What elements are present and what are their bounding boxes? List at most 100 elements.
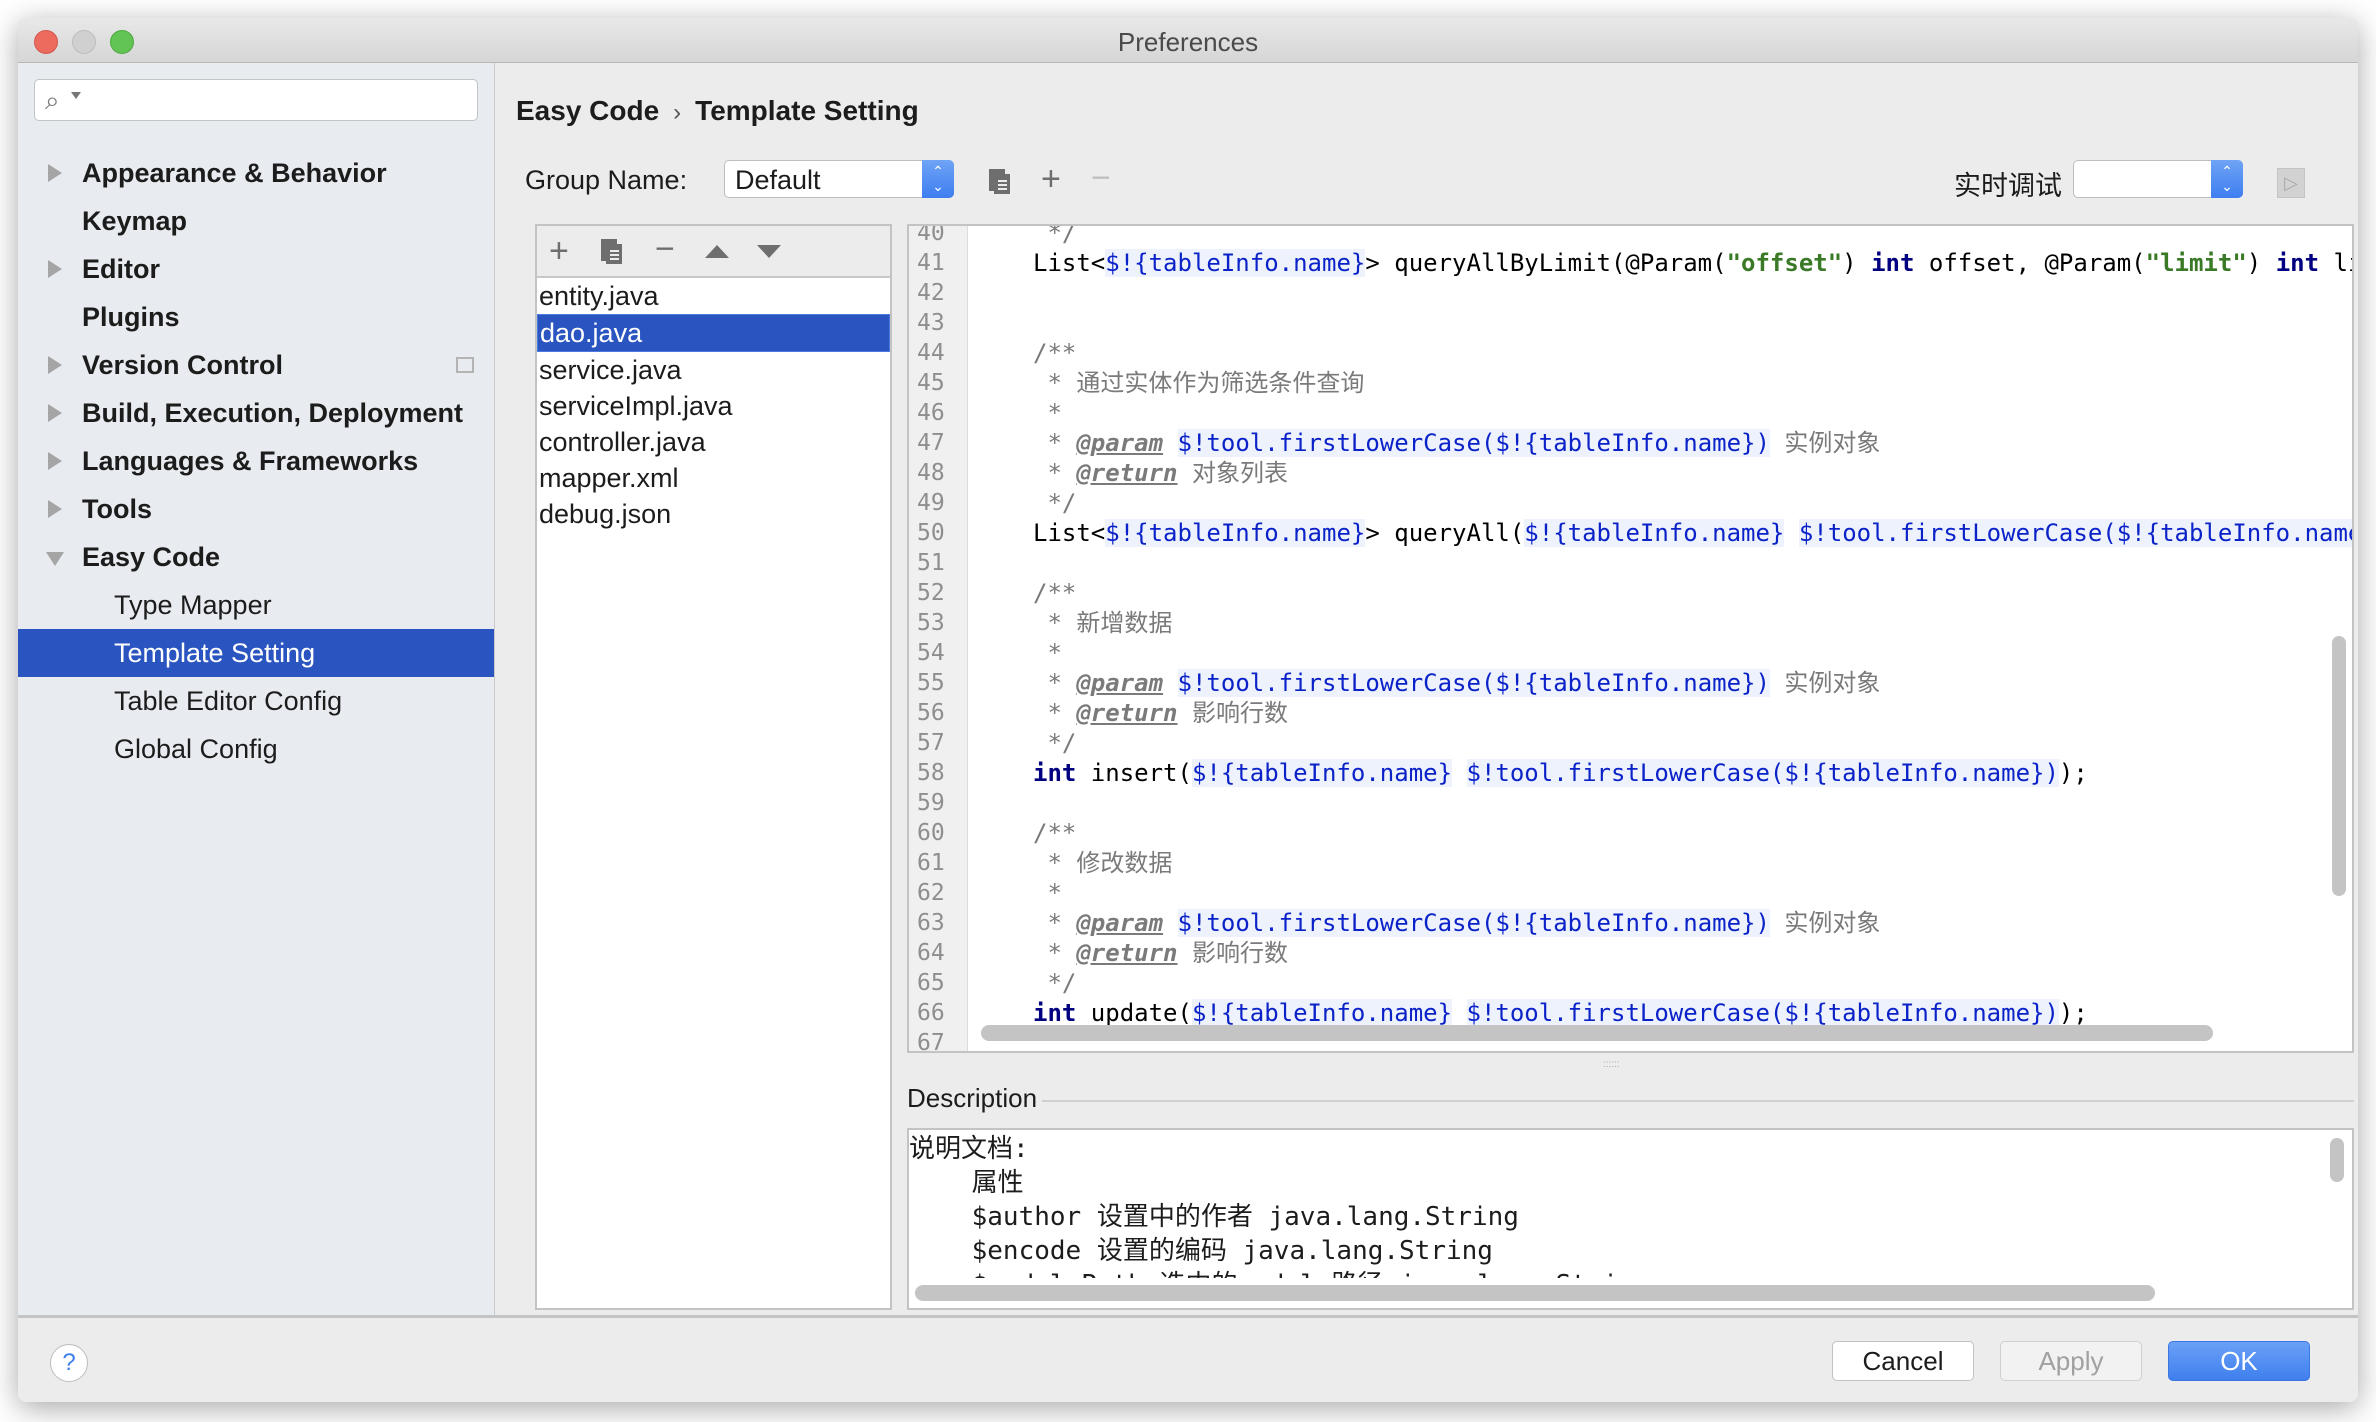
code-text: List<$!{tableInfo.name}> queryAll($!{tab… <box>1033 518 2352 548</box>
code-line: 47 * @param $!tool.firstLowerCase($!{tab… <box>909 428 2352 458</box>
collapsed-arrow-icon[interactable] <box>48 164 62 182</box>
code-line: 53 * 新增数据 <box>909 608 2352 638</box>
line-number: 45 <box>917 370 945 396</box>
sidebar-item-template-setting[interactable]: Template Setting <box>18 629 494 677</box>
description-vertical-scrollbar[interactable] <box>2330 1138 2344 1182</box>
line-number: 64 <box>917 940 945 966</box>
code-line: 50 List<$!{tableInfo.name}> queryAll($!{t… <box>909 518 2352 548</box>
move-down-button[interactable] <box>757 245 781 258</box>
sidebar-item-table-editor-config[interactable]: Table Editor Config <box>18 677 494 725</box>
sidebar-item-label: Easy Code <box>82 542 221 572</box>
line-number: 55 <box>917 670 945 696</box>
template-file-item[interactable]: service.java <box>537 352 890 388</box>
sidebar-item-type-mapper[interactable]: Type Mapper <box>18 581 494 629</box>
collapsed-arrow-icon[interactable] <box>48 404 62 422</box>
sidebar-item-tools[interactable]: Tools <box>18 485 494 533</box>
code-text: * @return 影响行数 <box>1033 939 1288 967</box>
sidebar-item-keymap[interactable]: Keymap <box>18 197 494 245</box>
template-file-item[interactable]: debug.json <box>537 496 890 532</box>
code-text: * 新增数据 <box>1033 609 1173 637</box>
group-name-select[interactable]: Default ⌃ ⌄ <box>724 160 954 198</box>
description-divider <box>1042 1100 2354 1102</box>
code-text: * <box>1033 879 1062 907</box>
breadcrumb-separator: › <box>673 99 682 126</box>
apply-button[interactable]: Apply <box>2000 1341 2142 1381</box>
description-horizontal-scrollbar[interactable] <box>915 1285 2155 1301</box>
search-options-dropdown-icon[interactable] <box>71 92 81 99</box>
template-file-item[interactable]: mapper.xml <box>537 460 890 496</box>
sidebar-item-version-control[interactable]: Version Control <box>18 341 494 389</box>
description-line: $encode 设置的编码 java.lang.String <box>909 1236 1493 1266</box>
line-number: 50 <box>917 520 945 546</box>
line-number: 46 <box>917 400 945 426</box>
sidebar-item-label: Build, Execution, Deployment <box>82 398 464 428</box>
line-number: 52 <box>917 580 945 606</box>
collapsed-arrow-icon[interactable] <box>48 500 62 518</box>
sidebar-item-label: Appearance & Behavior <box>82 158 387 188</box>
code-text: * 通过实体作为筛选条件查询 <box>1033 369 1365 397</box>
template-file-item[interactable]: entity.java <box>537 278 890 314</box>
line-number: 63 <box>917 910 945 936</box>
line-number: 44 <box>917 340 945 366</box>
copy-template-button[interactable] <box>601 239 622 264</box>
copy-group-button[interactable] <box>989 169 1010 194</box>
sidebar-item-build-execution-deployment[interactable]: Build, Execution, Deployment <box>18 389 494 437</box>
code-line: 40 */ <box>909 224 2352 248</box>
description-line: $author 设置中的作者 java.lang.String <box>909 1202 1519 1232</box>
settings-search-input[interactable]: ⌕ <box>34 79 478 121</box>
code-text: */ <box>1033 224 1077 247</box>
code-line: 44 /** <box>909 338 2352 368</box>
expanded-arrow-icon[interactable] <box>46 552 64 566</box>
sidebar-item-label: Table Editor Config <box>114 686 343 716</box>
editor-horizontal-scrollbar[interactable] <box>981 1025 2213 1041</box>
splitter-handle[interactable]: :::::: <box>1603 1059 1633 1070</box>
template-file-item[interactable]: controller.java <box>537 424 890 460</box>
preferences-window: Preferences ⌕ Appearance & Behavior Keyma… <box>18 18 2358 1402</box>
sidebar-item-easy-code[interactable]: Easy Code <box>18 533 494 581</box>
remove-template-button[interactable]: − <box>655 232 675 266</box>
code-line: 49 */ <box>909 488 2352 518</box>
description-text-area[interactable]: 说明文档: 属性 $author 设置中的作者 java.lang.String… <box>907 1128 2354 1310</box>
sidebar-item-editor[interactable]: Editor <box>18 245 494 293</box>
code-line: 45 * 通过实体作为筛选条件查询 <box>909 368 2352 398</box>
add-icon: + <box>549 232 569 270</box>
sidebar-item-label: Version Control <box>82 350 284 380</box>
template-file-item[interactable]: serviceImpl.java <box>537 388 890 424</box>
code-lines: 40 */41 List<$!{tableInfo.name}> queryAll… <box>909 224 2352 1053</box>
line-number: 67 <box>917 1030 945 1053</box>
breadcrumb-parent: Easy Code <box>516 95 660 126</box>
template-list-toolbar: + − <box>537 226 890 278</box>
template-file-item[interactable]: dao.java <box>537 314 890 352</box>
editor-vertical-scrollbar[interactable] <box>2332 636 2346 896</box>
add-group-button[interactable]: + <box>1041 162 1061 196</box>
collapsed-arrow-icon[interactable] <box>48 260 62 278</box>
run-debug-button[interactable]: ▷ <box>2277 168 2305 198</box>
code-text: int update($!{tableInfo.name} $!tool.fir… <box>1033 999 2088 1027</box>
breadcrumb-current: Template Setting <box>695 95 919 126</box>
sidebar-item-languages-frameworks[interactable]: Languages & Frameworks <box>18 437 494 485</box>
sidebar-item-global-config[interactable]: Global Config <box>18 725 494 773</box>
description-line: 属性 <box>909 1168 1024 1198</box>
code-text: * <box>1033 639 1062 667</box>
template-code-editor[interactable]: 40 */41 List<$!{tableInfo.name}> queryAll… <box>907 224 2354 1053</box>
sidebar-item-label: Template Setting <box>114 638 316 668</box>
sidebar-item-appearance-behavior[interactable]: Appearance & Behavior <box>18 149 494 197</box>
move-up-button[interactable] <box>705 245 729 258</box>
sidebar-item-label: Languages & Frameworks <box>82 446 419 476</box>
code-line: 55 * @param $!tool.firstLowerCase($!{tab… <box>909 668 2352 698</box>
search-icon: ⌕ <box>45 85 60 115</box>
add-template-button[interactable]: + <box>549 234 569 268</box>
sidebar-item-plugins[interactable]: Plugins <box>18 293 494 341</box>
collapsed-arrow-icon[interactable] <box>48 356 62 374</box>
line-number: 47 <box>917 430 945 456</box>
cancel-button[interactable]: Cancel <box>1832 1341 1974 1381</box>
ok-button[interactable]: OK <box>2168 1341 2310 1381</box>
remove-group-button[interactable]: − <box>1091 161 1111 195</box>
line-number: 40 <box>917 224 945 246</box>
collapsed-arrow-icon[interactable] <box>48 452 62 470</box>
line-number: 42 <box>917 280 945 306</box>
help-button[interactable]: ? <box>50 1344 88 1382</box>
realtime-debug-select[interactable]: ⌃ ⌄ <box>2073 160 2243 198</box>
line-number: 48 <box>917 460 945 486</box>
code-text: */ <box>1033 729 1077 757</box>
